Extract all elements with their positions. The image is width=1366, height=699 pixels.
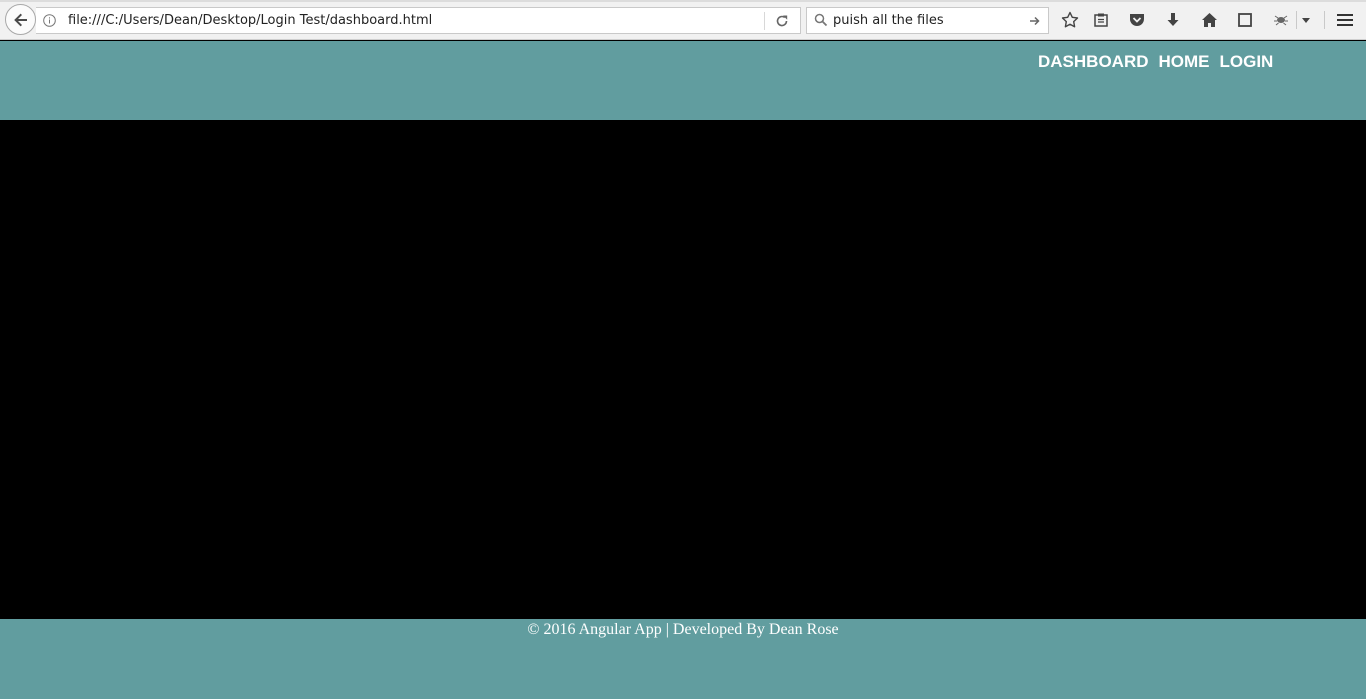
chevron-down-icon[interactable] <box>1297 9 1315 31</box>
nav-link-login[interactable]: LOGIN <box>1220 52 1274 72</box>
search-bar[interactable]: puish all the files <box>806 7 1049 34</box>
reload-icon[interactable] <box>772 12 792 30</box>
star-icon[interactable] <box>1059 9 1081 31</box>
clipboard-icon[interactable] <box>1090 9 1112 31</box>
footer-copyright: © 2016 Angular App | Developed By Dean R… <box>527 621 839 638</box>
hamburger-menu-icon[interactable] <box>1334 9 1356 31</box>
url-divider <box>764 12 765 30</box>
info-icon[interactable] <box>42 13 57 28</box>
back-button[interactable] <box>5 4 36 35</box>
url-text[interactable]: file:///C:/Users/Dean/Desktop/Login Test… <box>68 13 432 28</box>
page-footer: © 2016 Angular App | Developed By Dean R… <box>0 619 1366 699</box>
nav-link-dashboard[interactable]: DASHBOARD <box>1038 52 1149 72</box>
home-icon[interactable] <box>1198 9 1220 31</box>
bug-icon[interactable] <box>1270 9 1292 31</box>
pocket-icon[interactable] <box>1126 9 1148 31</box>
main-content <box>0 120 1366 619</box>
page-header: DASHBOARD HOME LOGIN <box>0 41 1366 120</box>
download-arrow-icon[interactable] <box>1162 9 1184 31</box>
search-icon <box>814 13 829 28</box>
toolbar-divider <box>1324 11 1325 29</box>
window-icon[interactable] <box>1234 9 1256 31</box>
browser-toolbar: file:///C:/Users/Dean/Desktop/Login Test… <box>0 0 1366 40</box>
back-arrow-icon <box>13 13 27 26</box>
tab-strip <box>0 0 1366 2</box>
main-nav: DASHBOARD HOME LOGIN <box>1038 52 1273 72</box>
url-bar[interactable]: file:///C:/Users/Dean/Desktop/Login Test… <box>36 7 801 34</box>
search-input[interactable]: puish all the files <box>833 13 944 28</box>
arrow-right-icon[interactable] <box>1027 12 1043 30</box>
nav-link-home[interactable]: HOME <box>1159 52 1210 72</box>
